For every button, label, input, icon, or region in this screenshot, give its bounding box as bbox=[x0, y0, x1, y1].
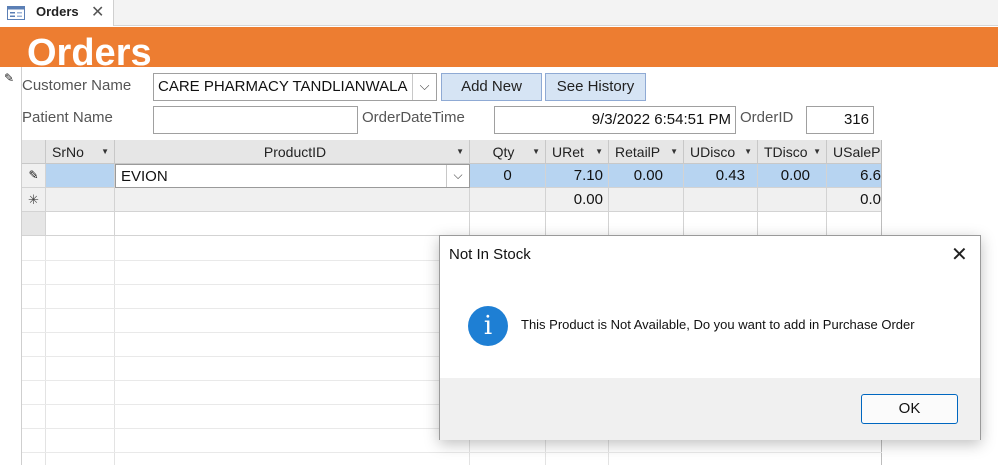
select-all-corner[interactable] bbox=[22, 140, 46, 164]
sort-arrow-icon[interactable]: ▼ bbox=[456, 140, 464, 163]
column-header-retailp[interactable]: RetailP ▼ bbox=[609, 140, 684, 164]
customer-name-value: CARE PHARMACY TANDLIANWALA bbox=[158, 78, 408, 95]
column-header-uret[interactable]: URet ▼ bbox=[546, 140, 609, 164]
new-cell-qty[interactable] bbox=[470, 188, 546, 212]
new-record-selector[interactable]: ✳ bbox=[22, 188, 46, 212]
tab-label: Orders bbox=[36, 4, 79, 19]
not-in-stock-dialog: Not In Stock ✕ i This Product is Not Ava… bbox=[439, 235, 981, 440]
cell-productid-value: EVION bbox=[121, 168, 168, 185]
sort-arrow-icon[interactable]: ▼ bbox=[670, 140, 678, 163]
patient-name-field[interactable] bbox=[153, 106, 358, 134]
empty-cell bbox=[827, 212, 882, 236]
close-icon[interactable]: ✕ bbox=[91, 2, 104, 22]
form-header: Orders bbox=[0, 27, 998, 67]
new-cell-udisco[interactable] bbox=[684, 188, 758, 212]
dialog-message: This Product is Not Available, Do you wa… bbox=[521, 317, 915, 332]
cell-uret[interactable]: 7.10 bbox=[546, 164, 609, 188]
sort-arrow-icon[interactable]: ▼ bbox=[813, 140, 821, 163]
empty-cell bbox=[46, 212, 115, 236]
column-header-srno[interactable]: SrNo ▼ bbox=[46, 140, 115, 164]
sort-arrow-icon[interactable]: ▼ bbox=[595, 140, 603, 163]
close-icon[interactable]: ✕ bbox=[951, 242, 968, 267]
order-datetime-field[interactable]: 9/3/2022 6:54:51 PM bbox=[494, 106, 736, 134]
empty-cell bbox=[609, 212, 684, 236]
order-id-label: OrderID bbox=[740, 109, 794, 126]
tab-orders[interactable]: Orders ✕ bbox=[0, 0, 114, 26]
column-header-productid[interactable]: ProductID ▼ bbox=[115, 140, 470, 164]
column-header-tdisco[interactable]: TDisco ▼ bbox=[758, 140, 827, 164]
grid-divider bbox=[45, 236, 46, 465]
new-cell-srno[interactable] bbox=[46, 188, 115, 212]
column-header-usalep[interactable]: USaleP bbox=[827, 140, 882, 164]
document-tab-bar bbox=[0, 0, 998, 26]
customer-name-label: Customer Name bbox=[22, 77, 132, 94]
order-id-field[interactable]: 316 bbox=[806, 106, 874, 134]
new-cell-usalep[interactable]: 0.0 bbox=[827, 188, 882, 212]
chevron-down-icon[interactable]: ⌵ bbox=[412, 74, 436, 100]
grid-divider bbox=[114, 236, 115, 465]
new-cell-retailp[interactable] bbox=[609, 188, 684, 212]
page-title: Orders bbox=[27, 32, 152, 67]
cell-udisco[interactable]: 0.43 bbox=[684, 164, 758, 188]
cell-srno[interactable] bbox=[46, 164, 115, 188]
info-icon: i bbox=[468, 306, 508, 346]
new-cell-productid[interactable] bbox=[115, 188, 470, 212]
column-header-udisco[interactable]: UDisco ▼ bbox=[684, 140, 758, 164]
empty-cell bbox=[470, 212, 546, 236]
cell-tdisco[interactable]: 0.00 bbox=[758, 164, 827, 188]
form-icon bbox=[7, 6, 25, 20]
row-selector-edit[interactable]: ✎ bbox=[22, 164, 46, 188]
empty-cell bbox=[115, 212, 470, 236]
customer-name-combo[interactable]: CARE PHARMACY TANDLIANWALA bbox=[153, 73, 437, 101]
empty-row-selector bbox=[22, 212, 46, 236]
ok-button[interactable]: OK bbox=[861, 394, 958, 424]
new-cell-uret[interactable]: 0.00 bbox=[546, 188, 609, 212]
cell-usalep[interactable]: 6.6 bbox=[827, 164, 882, 188]
sort-arrow-icon[interactable]: ▼ bbox=[532, 140, 540, 163]
grid-divider bbox=[22, 452, 882, 453]
add-new-button[interactable]: Add New bbox=[441, 73, 542, 101]
empty-cell bbox=[758, 212, 827, 236]
patient-name-label: Patient Name bbox=[22, 109, 113, 126]
sort-arrow-icon[interactable]: ▼ bbox=[744, 140, 752, 163]
dialog-title: Not In Stock bbox=[449, 246, 531, 263]
record-edit-icon: ✎ bbox=[4, 71, 15, 85]
see-history-button[interactable]: See History bbox=[545, 73, 646, 101]
empty-cell bbox=[684, 212, 758, 236]
cell-qty[interactable]: 0 bbox=[470, 164, 546, 188]
order-datetime-label: OrderDateTime bbox=[362, 109, 465, 126]
column-header-qty[interactable]: Qty ▼ bbox=[470, 140, 546, 164]
sort-arrow-icon[interactable]: ▼ bbox=[101, 140, 109, 163]
new-cell-tdisco[interactable] bbox=[758, 188, 827, 212]
cell-productid-combo[interactable]: EVION bbox=[115, 164, 470, 188]
chevron-down-icon[interactable]: ⌵ bbox=[446, 165, 469, 187]
cell-retailp[interactable]: 0.00 bbox=[609, 164, 684, 188]
empty-cell bbox=[546, 212, 609, 236]
